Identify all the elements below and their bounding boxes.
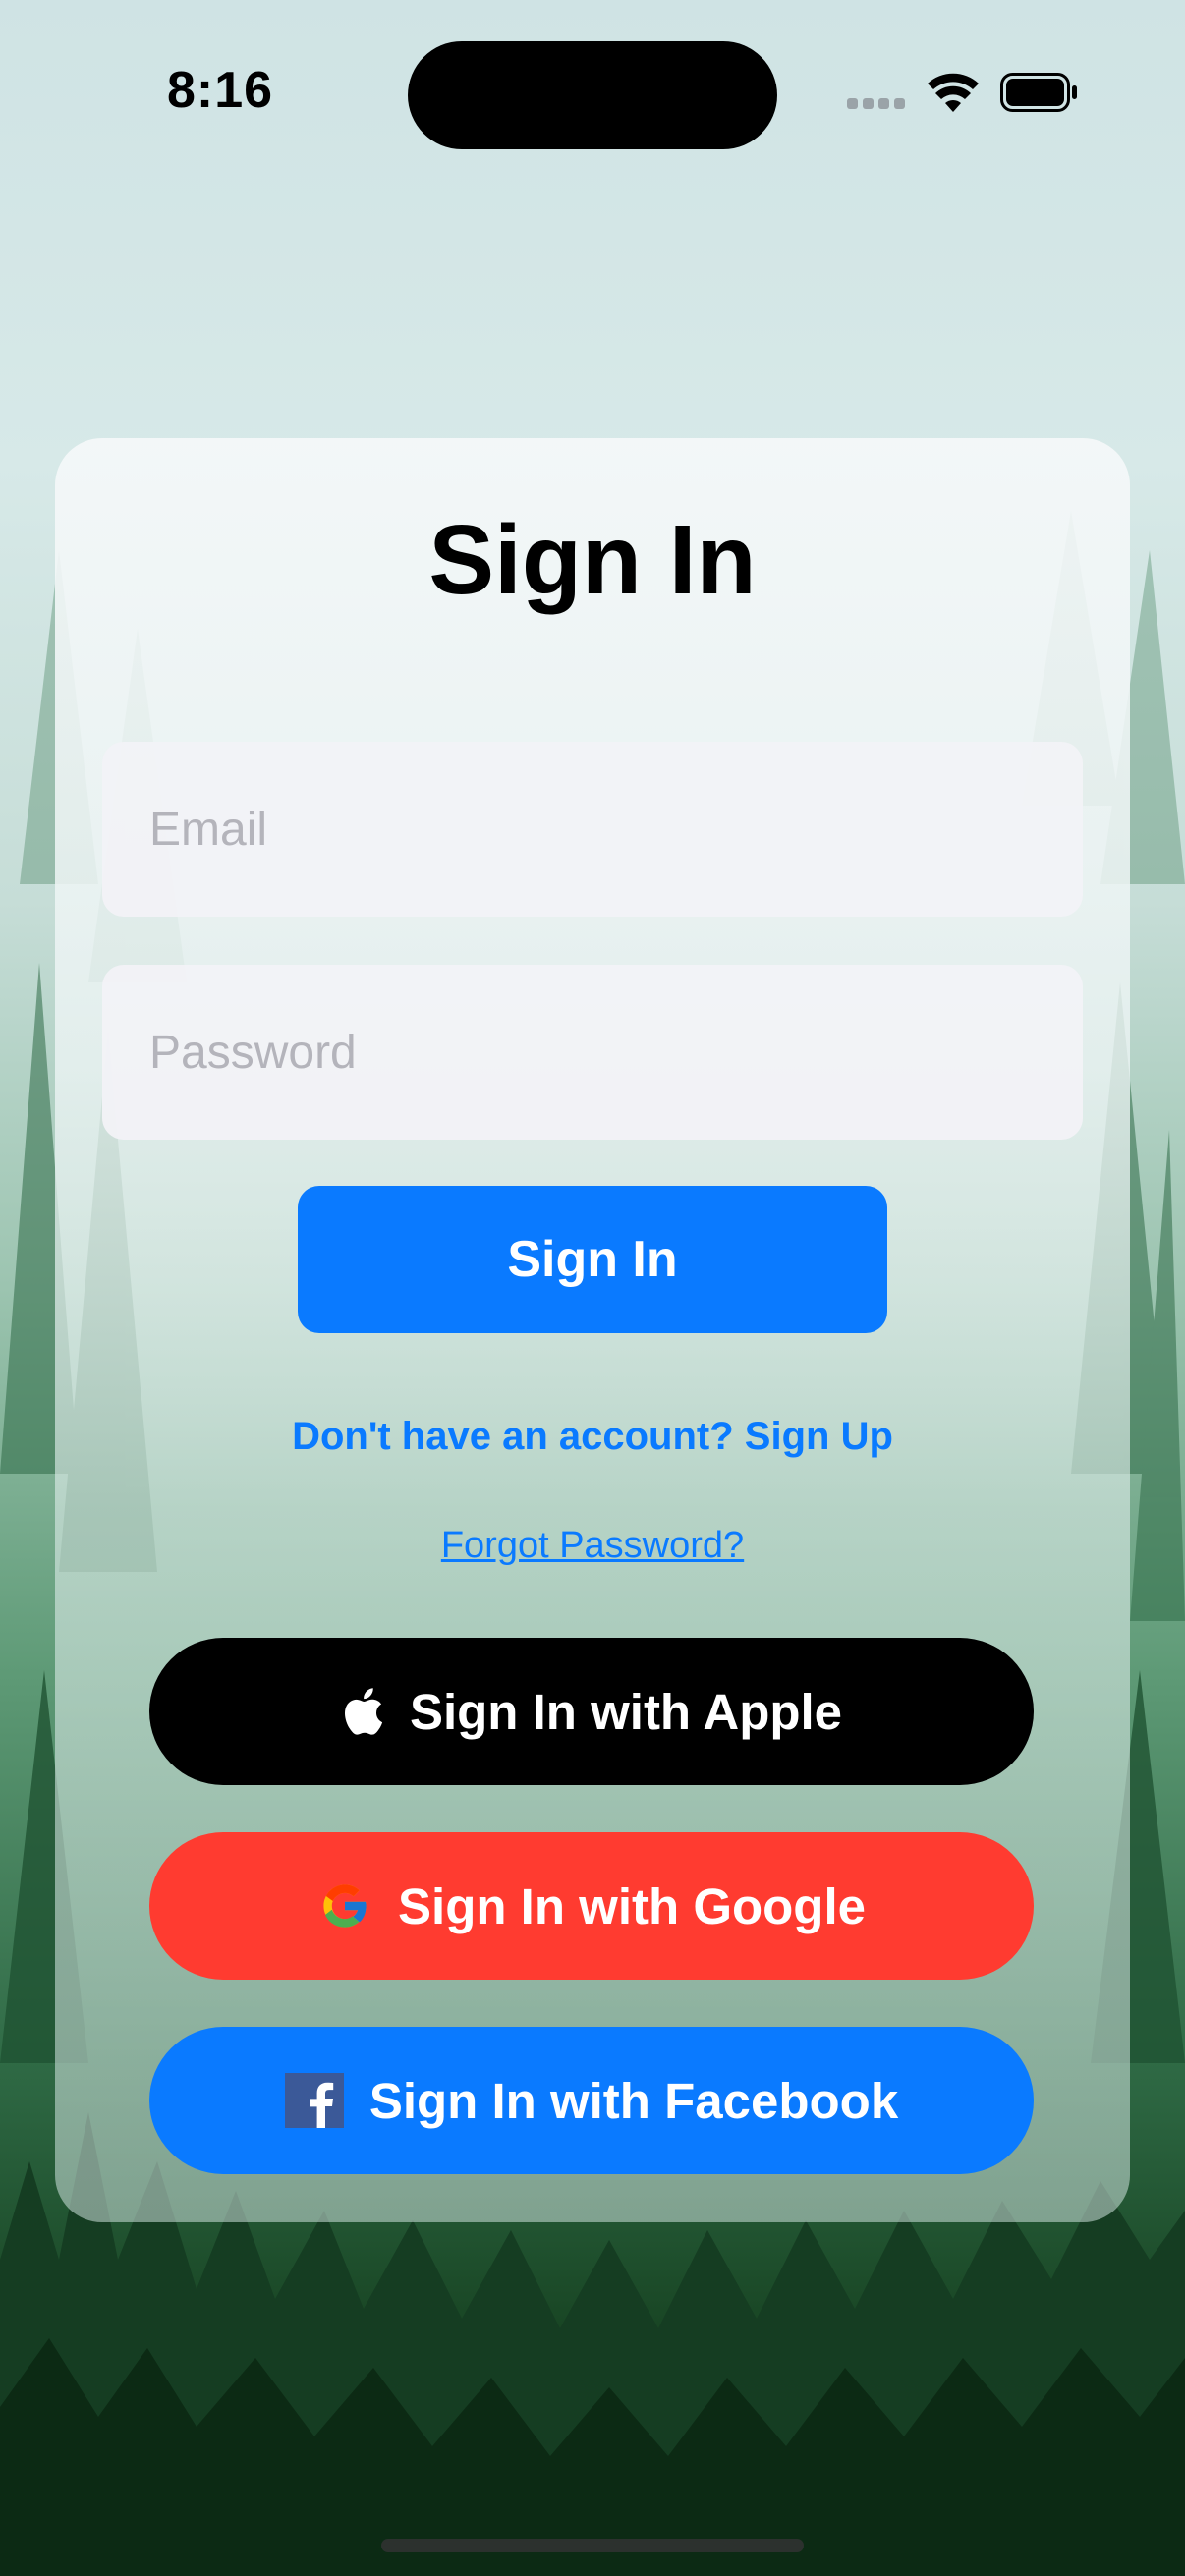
sign-in-with-facebook-button[interactable]: Sign In with Facebook	[149, 2027, 1034, 2174]
password-field[interactable]	[102, 965, 1083, 1140]
sign-in-with-google-button[interactable]: Sign In with Google	[149, 1832, 1034, 1980]
sign-in-with-apple-button[interactable]: Sign In with Apple	[149, 1638, 1034, 1785]
home-indicator[interactable]	[381, 2539, 804, 2552]
page-title: Sign In	[428, 505, 757, 615]
sign-up-link[interactable]: Don't have an account? Sign Up	[0, 1415, 1185, 1459]
facebook-button-label: Sign In with Facebook	[368, 2072, 899, 2129]
status-time: 8:16	[167, 62, 274, 119]
signal-icon	[847, 96, 908, 117]
battery-icon	[1000, 73, 1079, 119]
dynamic-island	[408, 41, 777, 149]
apple-icon	[341, 1686, 384, 1737]
facebook-icon	[284, 2073, 344, 2128]
email-field[interactable]	[102, 742, 1083, 917]
google-icon	[317, 1878, 372, 1933]
sign-in-button[interactable]: Sign In	[298, 1186, 887, 1333]
apple-button-label: Sign In with Apple	[409, 1683, 843, 1740]
forgot-password-link[interactable]: Forgot Password?	[0, 1525, 1185, 1567]
wifi-icon	[926, 71, 981, 119]
google-button-label: Sign In with Google	[398, 1877, 866, 1934]
